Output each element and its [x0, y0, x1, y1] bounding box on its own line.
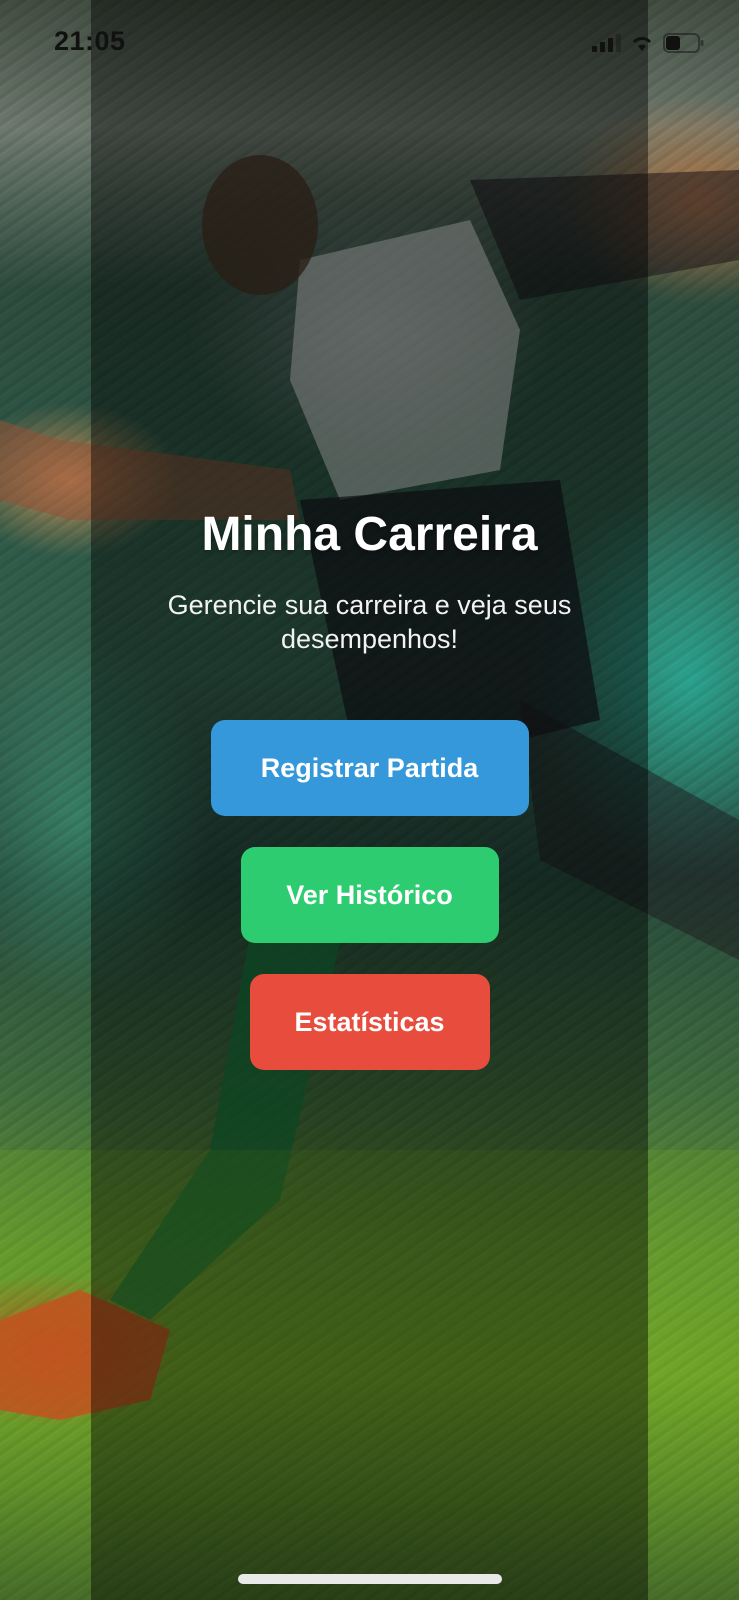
status-time: 21:05	[54, 26, 126, 56]
statistics-button[interactable]: Estatísticas	[249, 974, 490, 1070]
register-match-button[interactable]: Registrar Partida	[210, 720, 529, 816]
page-title: Minha Carreira	[201, 508, 538, 561]
battery-icon	[663, 32, 705, 54]
home-indicator[interactable]	[238, 1574, 502, 1584]
signal-icon	[592, 34, 621, 52]
view-history-button[interactable]: Ver Histórico	[240, 847, 499, 943]
status-icons	[592, 32, 705, 54]
main-content: Minha Carreira Gerencie sua carreira e v…	[91, 500, 648, 1070]
wifi-icon	[631, 34, 653, 52]
page-subtitle: Gerencie sua carreira e veja seus desemp…	[167, 590, 572, 654]
app-screen: 21:05 Minha Carreira Gerencie sua carrei…	[0, 0, 739, 1600]
status-bar: 21:05	[0, 0, 739, 90]
